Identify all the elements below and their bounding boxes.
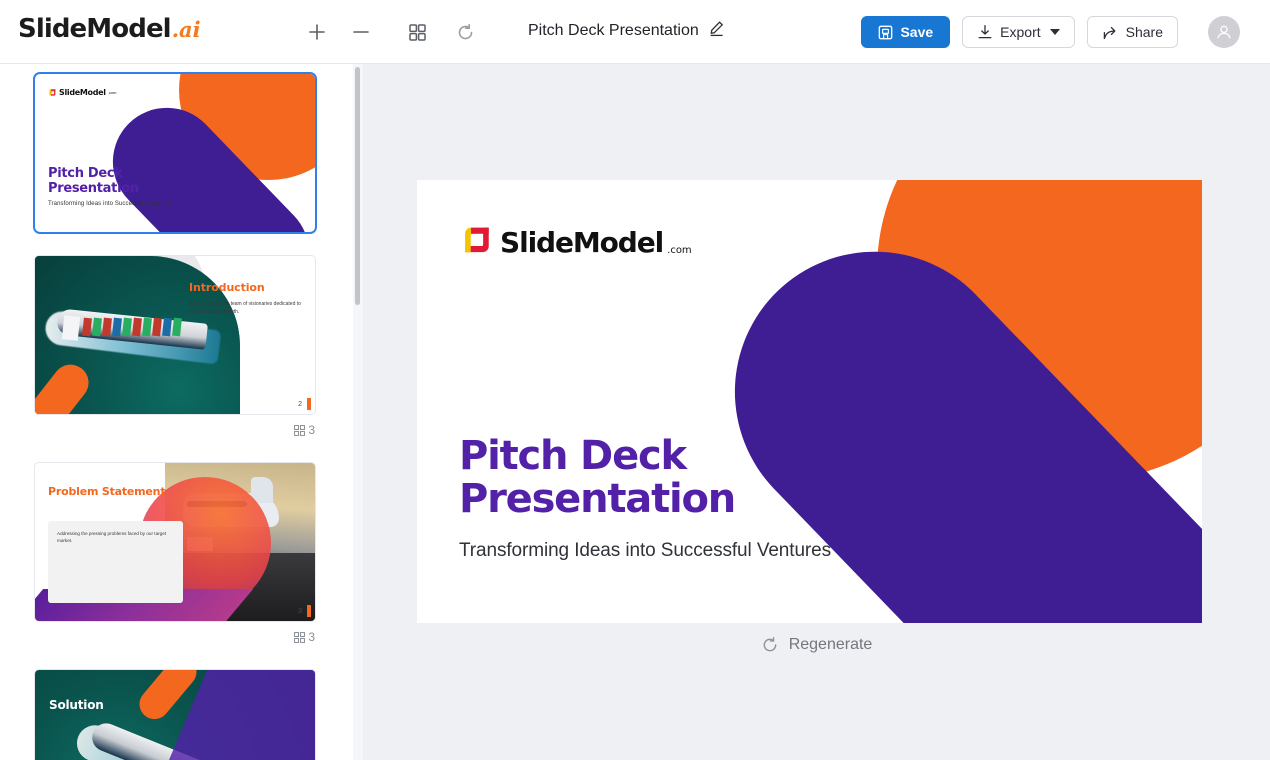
app-logo[interactable]: SlideModel .ai (18, 14, 201, 44)
slide-variants-count: 3 (308, 423, 315, 437)
slide-title: Introduction (189, 281, 265, 294)
active-slide-preview[interactable]: SlideModel .com Pitch Deck Presentation … (417, 180, 1202, 623)
refresh-icon[interactable] (448, 16, 482, 48)
slide-title-line1: Pitch Deck (48, 166, 123, 181)
slide-title-line2: Presentation (459, 476, 736, 523)
grid-icon (294, 424, 306, 436)
app-root: SlideModel .ai Pitch Deck Presentation S… (0, 0, 1270, 760)
slide-logo-suffix: .com (667, 245, 692, 256)
slide-page-number: 3 (298, 608, 302, 615)
toolbar-icon-group (300, 16, 482, 48)
slide-thumbnail-3[interactable]: Problem Statement Addressing the pressin… (35, 463, 315, 621)
list-item[interactable]: SlideModel .com Pitch Deck Presentation … (35, 74, 315, 232)
avatar[interactable] (1208, 16, 1240, 48)
slide-variants-badge[interactable]: 3 (35, 627, 315, 647)
slide-variants-count: 3 (308, 630, 315, 644)
slide-title: Pitch Deck Presentation (48, 166, 139, 197)
zoom-in-icon[interactable] (300, 16, 334, 48)
app-logo-text: SlideModel (18, 14, 172, 44)
slide-text-card: Addressing the pressing problems faced b… (48, 521, 183, 603)
share-button-label: Share (1125, 24, 1163, 40)
slide-subtitle: Transforming Ideas into Successful Ventu… (48, 201, 172, 207)
slide-thumbnail-2[interactable]: Introduction We are a dynamic team of vi… (35, 256, 315, 414)
slide-thumbnail-4[interactable]: Solution Proposing the Game Changer (35, 670, 315, 760)
grid-icon (294, 631, 306, 643)
action-button-group: Save Export Share (861, 16, 1178, 48)
slide-variants-badge[interactable]: 3 (35, 420, 315, 440)
decor-page-bar (307, 605, 311, 617)
export-button[interactable]: Export (962, 16, 1075, 48)
save-button[interactable]: Save (861, 16, 951, 48)
photo-deck (61, 315, 81, 341)
slide-subtitle: Transforming Ideas into Successful Ventu… (459, 540, 832, 561)
slide-title: Problem Statement (48, 485, 166, 498)
slide-logo-text: SlideModel (500, 226, 664, 259)
document-title: Pitch Deck Presentation (528, 22, 699, 39)
slide-logo-suffix: .com (107, 90, 117, 95)
slidemodel-mark-icon (49, 89, 56, 96)
slide-canvas-area: SlideModel .com Pitch Deck Presentation … (363, 64, 1270, 760)
refresh-icon (763, 636, 777, 652)
top-toolbar: SlideModel .ai Pitch Deck Presentation S… (0, 0, 1270, 64)
slide-thumbnail-1[interactable]: SlideModel .com Pitch Deck Presentation … (35, 74, 315, 232)
slide-body-text: Addressing the pressing problems faced b… (57, 531, 167, 544)
slidemodel-mark-icon (465, 227, 489, 253)
slide-title-line1: Pitch Deck (459, 433, 687, 479)
chevron-down-icon[interactable] (1049, 29, 1060, 35)
slide-title-line2: Presentation (48, 181, 139, 197)
list-item[interactable]: Problem Statement Addressing the pressin… (35, 463, 315, 647)
slide-page-number: 2 (298, 401, 302, 408)
slide-title: Solution (49, 698, 104, 712)
regenerate-button[interactable]: Regenerate (363, 636, 1270, 654)
share-button[interactable]: Share (1086, 16, 1178, 48)
decor-page-bar (307, 398, 311, 410)
slide-logo-text: SlideModel (59, 88, 106, 97)
save-button-label: Save (900, 24, 934, 40)
app-logo-ai-suffix: .ai (171, 17, 201, 42)
zoom-out-icon[interactable] (344, 16, 378, 48)
export-button-label: Export (1000, 24, 1041, 40)
slide-body-text: We are a dynamic team of visionaries ded… (189, 301, 301, 315)
list-item[interactable]: Introduction We are a dynamic team of vi… (35, 256, 315, 440)
list-item[interactable]: Solution Proposing the Game Changer (35, 670, 315, 760)
slide-thumbnail-panel: SlideModel .com Pitch Deck Presentation … (0, 64, 352, 760)
slide-logo: SlideModel .com (48, 88, 116, 97)
slide-photo-ship (35, 256, 240, 414)
pencil-icon[interactable] (708, 20, 725, 42)
slide-logo: SlideModel .com (460, 223, 692, 257)
document-title-group: Pitch Deck Presentation (528, 20, 725, 42)
sidebar-scrollbar-thumb[interactable] (355, 67, 360, 305)
slide-title: Pitch Deck Presentation (459, 433, 736, 523)
grid-view-icon[interactable] (400, 16, 434, 48)
regenerate-label: Regenerate (788, 636, 873, 653)
